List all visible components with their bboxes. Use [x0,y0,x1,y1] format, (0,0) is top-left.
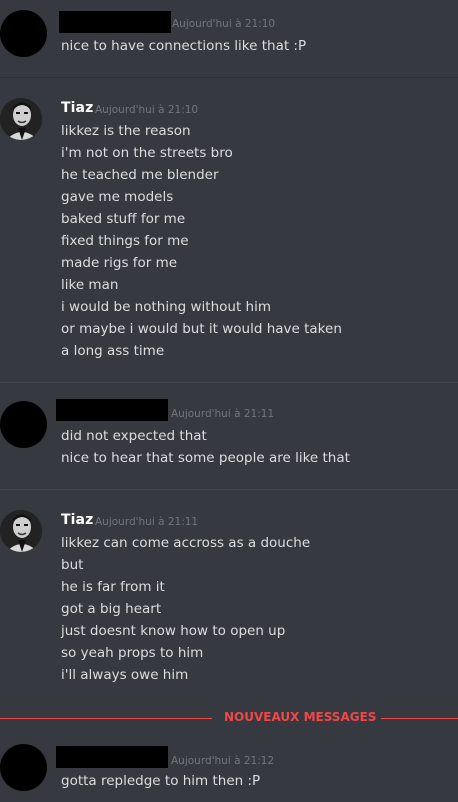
avatar[interactable] [0,401,47,448]
message-line: did not expected that [61,428,207,444]
message-line: got a big heart [61,601,162,617]
message-line: nice to hear that some people are like t… [61,450,350,466]
message-line: likkez can come accross as a douche [61,535,311,551]
message-group: Aujourd'hui à 21:12 gotta repledge to hi… [0,730,458,802]
message-line: he is far from it [61,579,165,595]
message-line: i'll always owe him [61,667,189,683]
message-line: just doesnt know how to open up [61,623,286,639]
message-line: but [61,557,84,573]
message-line: or maybe i would but it would have taken [61,321,342,337]
message-line: so yeah props to him [61,645,204,661]
message-username[interactable]: Tiaz [61,100,93,116]
message-line: made rigs for me [61,255,178,271]
message-line: i would be nothing without him [61,299,272,315]
message-group: Tiaz Aujourd'hui à 21:11 likkez can come… [0,490,458,704]
avatar[interactable] [0,510,42,552]
message-line: likkez is the reason [61,123,191,139]
new-messages-line-right [381,718,458,719]
message-timestamp: Aujourd'hui à 21:11 [95,516,199,528]
redacted-username [59,11,171,33]
message-timestamp: Aujourd'hui à 21:10 [95,104,199,116]
new-messages-line-left [0,718,212,719]
message-line: he teached me blender [61,167,219,183]
message-line: a long ass time [61,343,165,359]
message-timestamp: Aujourd'hui à 21:12 [171,755,275,767]
redacted-username [56,746,168,768]
avatar[interactable] [0,744,47,791]
new-messages-divider: NOUVEAUX MESSAGES [0,708,458,728]
avatar-portrait-icon [0,98,42,140]
new-messages-label: NOUVEAUX MESSAGES [216,710,385,724]
message-group: Aujourd'hui à 21:10 nice to have connect… [0,0,458,78]
message-line: gotta repledge to him then :P [61,773,261,789]
message-line: i'm not on the streets bro [61,145,233,161]
message-line: like man [61,277,119,293]
message-timestamp: Aujourd'hui à 21:10 [172,18,276,30]
message-line: baked stuff for me [61,211,186,227]
message-line: nice to have connections like that :P [61,38,307,54]
message-group: Tiaz Aujourd'hui à 21:10 likkez is the r… [0,78,458,382]
message-line: fixed things for me [61,233,189,249]
avatar[interactable] [0,98,42,140]
message-username[interactable]: Tiaz [61,512,93,528]
message-timestamp: Aujourd'hui à 21:11 [171,408,275,420]
avatar-portrait-icon [0,510,42,552]
redacted-username [56,399,168,421]
avatar[interactable] [0,10,47,57]
message-group: Aujourd'hui à 21:11 did not expected tha… [0,383,458,489]
message-line: gave me models [61,189,174,205]
